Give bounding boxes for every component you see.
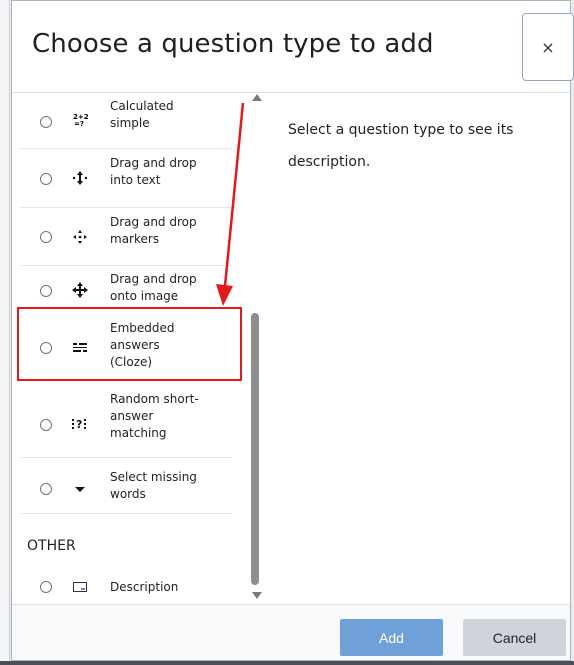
drag-drop-image-icon: [71, 282, 89, 298]
option-label: Description: [110, 580, 179, 594]
drag-drop-text-icon: [71, 170, 89, 186]
description-text: Select a question type to see its descri…: [288, 122, 514, 170]
scroll-down-arrow-icon[interactable]: [252, 592, 262, 599]
svg-text:=?: =?: [74, 120, 84, 128]
radio-drag-drop-image[interactable]: [40, 285, 52, 297]
section-heading-other: OTHER: [27, 538, 76, 554]
option-drag-drop-image[interactable]: Drag and drop onto image: [20, 267, 232, 305]
modal-title: Choose a question type to add: [32, 29, 434, 59]
page-backdrop-left: [0, 0, 10, 665]
close-button[interactable]: ×: [522, 13, 574, 81]
svg-text:?: ?: [76, 418, 82, 431]
scroll-up-arrow-icon[interactable]: [252, 94, 262, 101]
option-random-short-answer[interactable]: ? Random short-answer matching: [20, 386, 232, 458]
page-backdrop-bottom: [0, 661, 574, 665]
scrollbar-thumb[interactable]: [251, 313, 259, 585]
option-drag-drop-markers[interactable]: Drag and drop markers: [20, 209, 232, 266]
modal-footer: Add Cancel: [12, 604, 570, 660]
description-icon: [71, 579, 89, 595]
option-select-missing-words[interactable]: Select missing words: [20, 459, 232, 514]
radio-drag-drop-markers[interactable]: [40, 231, 52, 243]
radio-random-short-answer[interactable]: [40, 419, 52, 431]
option-label: Calculated simple: [110, 99, 174, 130]
option-calculated-simple[interactable]: 2+2 =? Calculated simple: [20, 94, 232, 149]
modal-header: Choose a question type to add ×: [12, 1, 574, 93]
radio-drag-drop-text[interactable]: [40, 173, 52, 185]
option-label: Select missing words: [110, 470, 197, 501]
add-button[interactable]: Add: [340, 619, 443, 656]
close-icon: ×: [541, 37, 555, 57]
description-pane: Select a question type to see its descri…: [288, 114, 558, 178]
radio-description[interactable]: [40, 581, 52, 593]
annotation-highlight-box: [17, 307, 242, 381]
option-drag-drop-text[interactable]: Drag and drop into text: [20, 150, 232, 208]
drag-drop-markers-icon: [71, 229, 89, 245]
random-short-answer-icon: ?: [71, 416, 89, 432]
option-label: Drag and drop into text: [110, 156, 197, 187]
option-label: Drag and drop markers: [110, 215, 197, 246]
calculated-simple-icon: 2+2 =?: [71, 112, 89, 128]
radio-select-missing-words[interactable]: [40, 483, 52, 495]
option-label: Random short-answer matching: [110, 392, 199, 440]
radio-calculated-simple[interactable]: [40, 116, 52, 128]
cancel-button[interactable]: Cancel: [463, 619, 566, 656]
option-label: Drag and drop onto image: [110, 272, 197, 303]
select-missing-words-icon: [71, 481, 89, 497]
option-description[interactable]: Description: [20, 572, 232, 602]
